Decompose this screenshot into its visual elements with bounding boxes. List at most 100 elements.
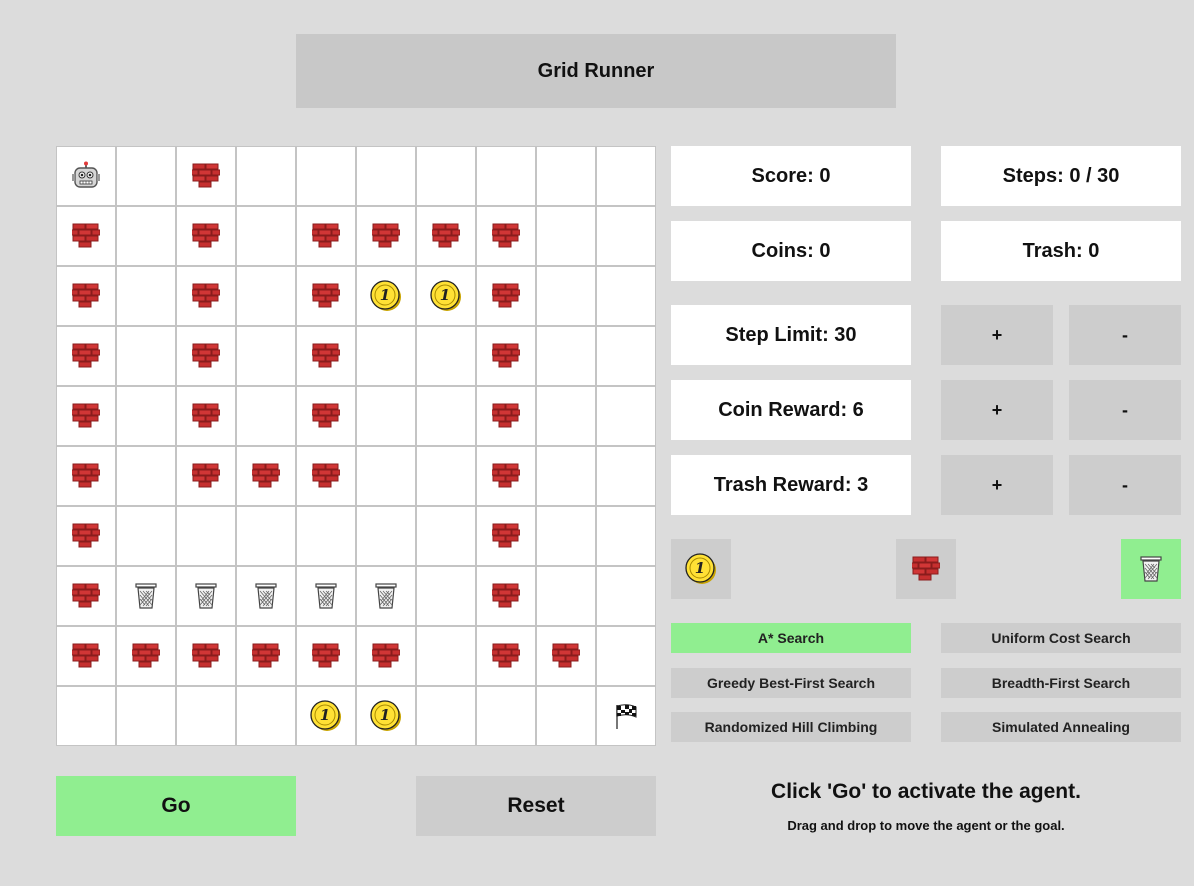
grid-cell[interactable] [117,267,175,325]
grid-cell[interactable] [597,147,655,205]
grid-cell[interactable] [597,207,655,265]
grid-cell[interactable] [57,327,115,385]
grid-cell[interactable] [177,507,235,565]
grid-cell[interactable] [177,147,235,205]
wall-tool-button[interactable] [896,539,956,599]
grid-cell[interactable] [537,327,595,385]
grid-cell[interactable] [117,147,175,205]
grid-cell[interactable] [357,147,415,205]
grid-cell[interactable] [177,207,235,265]
reset-button[interactable]: Reset [416,776,656,836]
grid-cell[interactable]: 1 [297,687,355,745]
grid-cell[interactable] [177,687,235,745]
grid-cell[interactable] [237,267,295,325]
grid-cell[interactable] [357,387,415,445]
grid-cell[interactable] [417,327,475,385]
grid-cell[interactable] [417,147,475,205]
grid-cell[interactable] [237,627,295,685]
grid-cell[interactable]: 1 [417,267,475,325]
grid-cell[interactable] [597,267,655,325]
algo-breadth-first-button[interactable]: Breadth-First Search [941,668,1181,698]
grid-cell[interactable] [57,207,115,265]
grid-cell[interactable] [357,627,415,685]
grid-cell[interactable] [297,447,355,505]
algo-hill-climbing-button[interactable]: Randomized Hill Climbing [671,712,911,742]
trash-reward-decrease-button[interactable]: - [1069,455,1181,515]
grid-cell[interactable] [57,687,115,745]
grid-cell[interactable] [57,567,115,625]
grid-cell[interactable] [237,207,295,265]
grid-cell[interactable] [537,627,595,685]
grid-cell[interactable] [417,687,475,745]
grid-cell[interactable] [537,687,595,745]
grid-cell[interactable] [177,627,235,685]
grid-cell[interactable] [477,387,535,445]
grid-cell[interactable] [297,267,355,325]
grid-cell[interactable] [117,447,175,505]
grid-cell[interactable] [477,147,535,205]
coin-tool-button[interactable]: 1 [671,539,731,599]
grid-cell[interactable] [297,207,355,265]
grid-cell[interactable] [417,627,475,685]
grid-cell[interactable]: 1 [357,267,415,325]
grid-cell[interactable] [477,627,535,685]
grid-cell[interactable] [477,207,535,265]
grid-cell[interactable] [537,507,595,565]
grid-cell[interactable] [477,327,535,385]
grid-cell[interactable] [537,447,595,505]
algo-simulated-annealing-button[interactable]: Simulated Annealing [941,712,1181,742]
grid-cell[interactable] [117,207,175,265]
grid-cell[interactable] [357,567,415,625]
grid-cell[interactable] [417,207,475,265]
grid-cell[interactable] [117,327,175,385]
checkered-flag-icon[interactable] [613,702,639,730]
algo-a-star-button[interactable]: A* Search [671,623,911,653]
grid-cell[interactable] [177,387,235,445]
grid-cell[interactable] [57,507,115,565]
grid-cell[interactable] [357,447,415,505]
grid-cell[interactable] [237,507,295,565]
algo-uniform-cost-button[interactable]: Uniform Cost Search [941,623,1181,653]
grid-cell[interactable] [237,447,295,505]
grid-cell[interactable] [117,387,175,445]
grid-cell[interactable] [417,447,475,505]
step-limit-increase-button[interactable]: + [941,305,1053,365]
grid-cell[interactable] [117,627,175,685]
grid-cell[interactable] [417,567,475,625]
grid-cell[interactable] [597,327,655,385]
grid-cell[interactable] [297,147,355,205]
grid-cell[interactable] [177,267,235,325]
grid-cell[interactable] [597,567,655,625]
grid-cell[interactable] [117,567,175,625]
coin-reward-increase-button[interactable]: + [941,380,1053,440]
grid-cell[interactable] [57,447,115,505]
grid-cell[interactable] [537,147,595,205]
grid-cell[interactable] [57,147,115,205]
grid-cell[interactable] [237,687,295,745]
grid-cell[interactable] [237,327,295,385]
grid-cell[interactable] [177,447,235,505]
grid-cell[interactable] [477,447,535,505]
grid-cell[interactable] [597,447,655,505]
grid-cell[interactable] [477,267,535,325]
grid-cell[interactable] [357,327,415,385]
game-grid[interactable]: 1 1 1 1 [56,146,656,746]
grid-cell[interactable] [477,567,535,625]
grid-cell[interactable] [57,627,115,685]
grid-cell[interactable] [297,387,355,445]
grid-cell[interactable] [597,627,655,685]
grid-cell[interactable] [57,387,115,445]
grid-cell[interactable] [357,507,415,565]
trash-reward-increase-button[interactable]: + [941,455,1053,515]
trash-tool-button[interactable] [1121,539,1181,599]
grid-cell[interactable] [297,507,355,565]
grid-cell[interactable] [417,387,475,445]
robot-agent-icon[interactable] [71,161,101,191]
grid-cell[interactable] [297,327,355,385]
step-limit-decrease-button[interactable]: - [1069,305,1181,365]
go-button[interactable]: Go [56,776,296,836]
coin-reward-decrease-button[interactable]: - [1069,380,1181,440]
grid-cell[interactable] [177,567,235,625]
algo-greedy-best-first-button[interactable]: Greedy Best-First Search [671,668,911,698]
grid-cell[interactable] [597,687,655,745]
